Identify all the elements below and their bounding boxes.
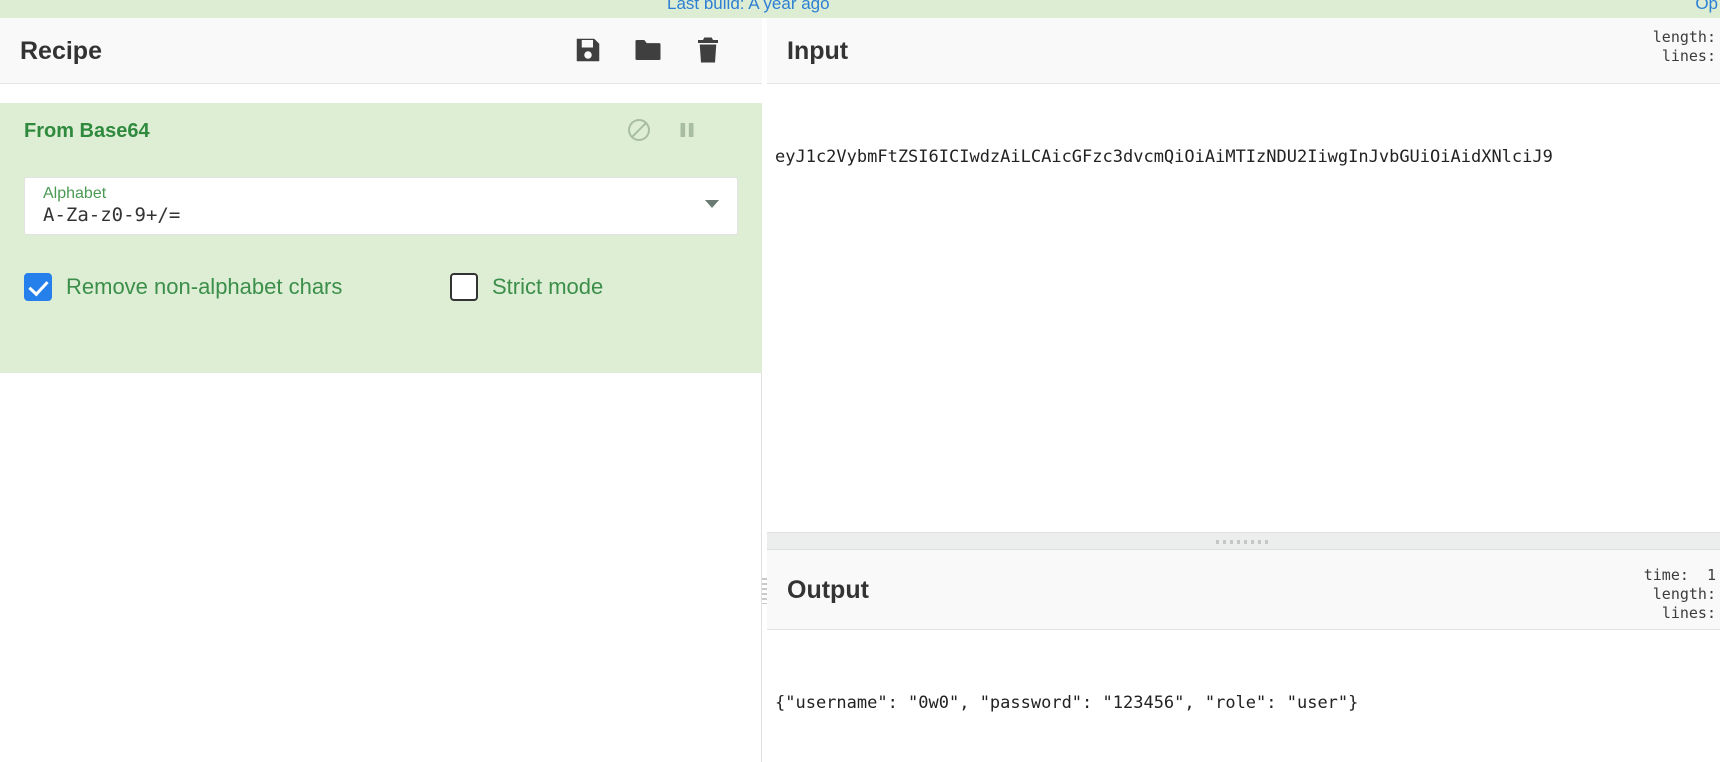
- cyberchef-app: Last build: A year ago Op Recipe From Ba…: [0, 0, 1720, 762]
- recipe-panel: Recipe From Base64 Alphabet A-Za-z0-9+/=…: [0, 18, 767, 762]
- strict-mode-label: Strict mode: [492, 274, 604, 299]
- save-recipe-icon[interactable]: [573, 35, 603, 65]
- splitter-grip-horizontal[interactable]: [1215, 540, 1272, 544]
- input-output-splitter[interactable]: [767, 532, 1720, 550]
- output-textarea[interactable]: {"username": "0w0", "password": "123456"…: [767, 630, 1720, 761]
- operation-header: From Base64: [0, 103, 762, 159]
- alphabet-label: Alphabet: [43, 185, 107, 202]
- top-banner: Last build: A year ago Op: [0, 0, 1720, 18]
- input-stats: length: lines:: [1653, 28, 1716, 66]
- operation-from-base64[interactable]: From Base64 Alphabet A-Za-z0-9+/= Remove…: [0, 103, 762, 373]
- chevron-down-icon[interactable]: [705, 200, 719, 208]
- checkbox-checked-icon[interactable]: [24, 273, 52, 301]
- input-length-stat: length:: [1652, 28, 1716, 46]
- output-time-stat: time: 1: [1643, 566, 1716, 584]
- input-title: Input: [787, 37, 849, 65]
- breakpoint-icon[interactable]: [674, 117, 700, 143]
- options-link[interactable]: Op: [1695, 0, 1718, 14]
- output-title: Output: [787, 576, 869, 604]
- input-header: Input length: lines:: [767, 18, 1720, 84]
- output-section: Output time: 1 length: lines: {"username…: [767, 550, 1720, 762]
- input-textarea[interactable]: eyJ1c2VybmFtZSI6ICIwdzAiLCAicGFzc3dvcmQi…: [767, 84, 1720, 532]
- disable-operation-icon[interactable]: [626, 117, 652, 143]
- recipe-title: Recipe: [20, 37, 102, 65]
- load-recipe-icon[interactable]: [633, 35, 663, 65]
- alphabet-field[interactable]: Alphabet A-Za-z0-9+/=: [24, 177, 738, 235]
- recipe-title-bar: Recipe: [0, 18, 767, 84]
- output-header: Output time: 1 length: lines:: [767, 550, 1720, 630]
- output-lines-stat: lines:: [1661, 604, 1716, 622]
- remove-non-alphabet-chars-label: Remove non-alphabet chars: [66, 274, 343, 299]
- output-length-stat: length:: [1652, 585, 1716, 603]
- alphabet-value[interactable]: A-Za-z0-9+/=: [43, 204, 180, 226]
- checkbox-unchecked-icon[interactable]: [450, 273, 478, 301]
- strict-mode-checkbox[interactable]: Strict mode: [450, 273, 603, 301]
- operation-title: From Base64: [24, 120, 150, 142]
- last-build-label[interactable]: Last build: A year ago: [667, 0, 830, 14]
- io-panel: Input length: lines: eyJ1c2VybmFtZSI6ICI…: [767, 18, 1720, 762]
- input-text[interactable]: eyJ1c2VybmFtZSI6ICIwdzAiLCAicGFzc3dvcmQi…: [767, 136, 1720, 170]
- input-lines-stat: lines:: [1661, 47, 1716, 65]
- remove-non-alphabet-chars-checkbox[interactable]: Remove non-alphabet chars: [24, 273, 342, 301]
- recipe-drop-area[interactable]: [0, 373, 762, 762]
- clear-recipe-icon[interactable]: [693, 35, 723, 65]
- operation-controls: [626, 117, 700, 143]
- input-section: Input length: lines: eyJ1c2VybmFtZSI6ICI…: [767, 18, 1720, 532]
- output-text: {"username": "0w0", "password": "123456"…: [775, 693, 1359, 713]
- operation-checkboxes: Remove non-alphabet chars Strict mode: [24, 273, 738, 313]
- recipe-toolbar: [573, 35, 723, 65]
- output-stats: time: 1 length: lines:: [1644, 566, 1716, 623]
